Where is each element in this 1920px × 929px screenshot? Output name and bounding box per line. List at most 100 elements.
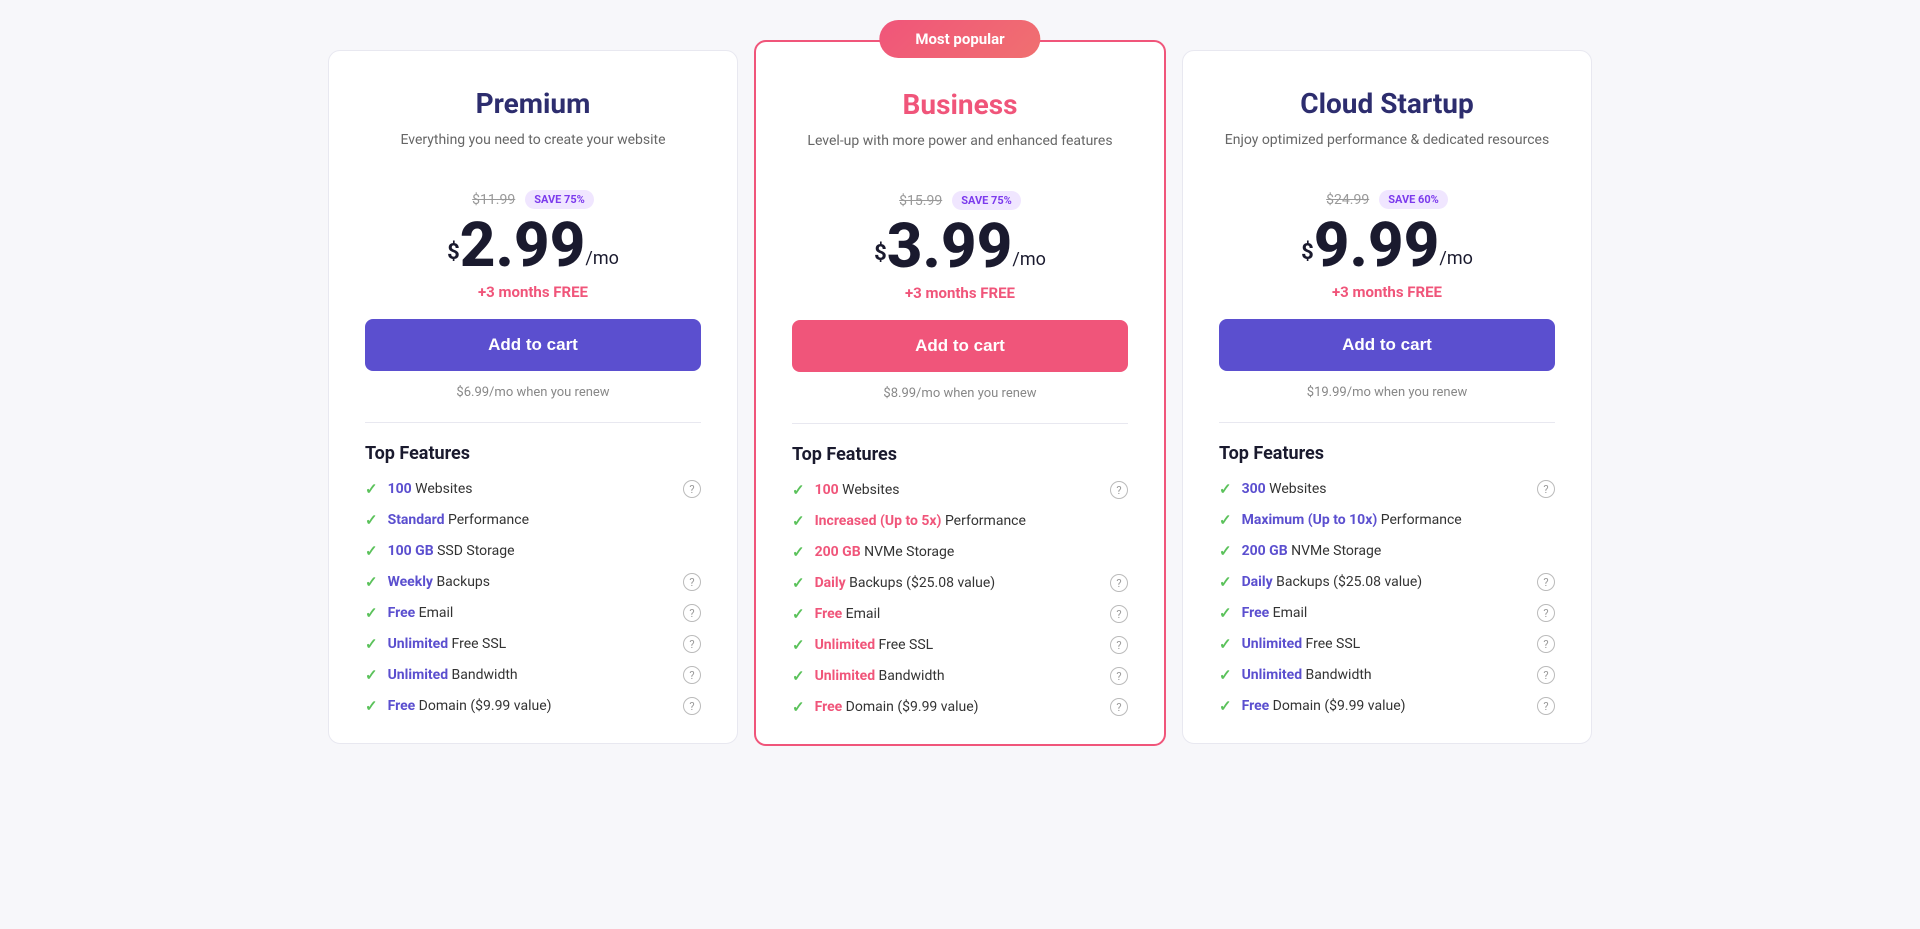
price-mo-premium: /mo (585, 248, 618, 269)
feature-list-business: ✓ 100 Websites ? ✓ Increased (Up to 5x) … (792, 481, 1128, 716)
add-to-cart-button-business[interactable]: Add to cart (792, 320, 1128, 372)
feature-text-premium-0: 100 Websites (388, 481, 473, 497)
plan-desc-cloud-startup: Enjoy optimized performance & dedicated … (1219, 130, 1555, 172)
free-months-cloud-startup: +3 months FREE (1219, 283, 1555, 301)
feature-bold-business-7: Free (815, 699, 843, 715)
info-icon-premium-7[interactable]: ? (683, 697, 701, 715)
feature-bold-cloud-startup-2: 200 GB (1242, 543, 1288, 559)
feature-item-premium-7: ✓ Free Domain ($9.99 value) ? (365, 697, 701, 715)
feature-bold-cloud-startup-4: Free (1242, 605, 1270, 621)
info-icon-business-3[interactable]: ? (1110, 574, 1128, 592)
top-features-title-premium: Top Features (365, 443, 701, 464)
feature-bold-business-1: Increased (Up to 5x) (815, 513, 942, 529)
check-icon-business-1: ✓ (792, 512, 805, 530)
info-icon-cloud-startup-4[interactable]: ? (1537, 604, 1555, 622)
check-icon-cloud-startup-4: ✓ (1219, 604, 1232, 622)
plan-card-business: Most popularBusinessLevel-up with more p… (754, 40, 1166, 746)
feature-left-cloud-startup-5: ✓ Unlimited Free SSL (1219, 635, 1360, 653)
feature-text-premium-7: Free Domain ($9.99 value) (388, 698, 552, 714)
check-icon-cloud-startup-2: ✓ (1219, 542, 1232, 560)
feature-text-premium-2: 100 GB SSD Storage (388, 543, 515, 559)
feature-text-business-4: Free Email (815, 606, 881, 622)
feature-item-business-7: ✓ Free Domain ($9.99 value) ? (792, 698, 1128, 716)
price-display-business: $ 3.99 /mo (792, 216, 1128, 278)
plan-desc-premium: Everything you need to create your websi… (365, 130, 701, 172)
price-mo-business: /mo (1012, 249, 1045, 270)
feature-item-premium-0: ✓ 100 Websites ? (365, 480, 701, 498)
info-icon-business-6[interactable]: ? (1110, 667, 1128, 685)
check-icon-premium-0: ✓ (365, 480, 378, 498)
info-icon-cloud-startup-0[interactable]: ? (1537, 480, 1555, 498)
info-icon-premium-0[interactable]: ? (683, 480, 701, 498)
feature-item-premium-4: ✓ Free Email ? (365, 604, 701, 622)
feature-item-premium-1: ✓ Standard Performance (365, 511, 701, 529)
feature-text-cloud-startup-2: 200 GB NVMe Storage (1242, 543, 1382, 559)
feature-item-business-1: ✓ Increased (Up to 5x) Performance (792, 512, 1128, 530)
feature-bold-premium-7: Free (388, 698, 416, 714)
feature-left-premium-7: ✓ Free Domain ($9.99 value) (365, 697, 552, 715)
feature-item-business-2: ✓ 200 GB NVMe Storage (792, 543, 1128, 561)
info-icon-premium-3[interactable]: ? (683, 573, 701, 591)
feature-left-cloud-startup-2: ✓ 200 GB NVMe Storage (1219, 542, 1381, 560)
feature-bold-business-0: 100 (815, 482, 839, 498)
feature-text-business-0: 100 Websites (815, 482, 900, 498)
check-icon-premium-5: ✓ (365, 635, 378, 653)
add-to-cart-button-cloud-startup[interactable]: Add to cart (1219, 319, 1555, 371)
pricing-wrapper: Premium Everything you need to create you… (320, 20, 1600, 746)
check-icon-cloud-startup-6: ✓ (1219, 666, 1232, 684)
info-icon-business-4[interactable]: ? (1110, 605, 1128, 623)
divider-premium (365, 422, 701, 423)
check-icon-business-0: ✓ (792, 481, 805, 499)
feature-item-premium-6: ✓ Unlimited Bandwidth ? (365, 666, 701, 684)
feature-left-premium-5: ✓ Unlimited Free SSL (365, 635, 506, 653)
feature-bold-cloud-startup-7: Free (1242, 698, 1270, 714)
price-amount-business: 3.99 (887, 216, 1013, 278)
info-icon-business-0[interactable]: ? (1110, 481, 1128, 499)
feature-text-cloud-startup-0: 300 Websites (1242, 481, 1327, 497)
check-icon-premium-7: ✓ (365, 697, 378, 715)
feature-bold-cloud-startup-3: Daily (1242, 574, 1273, 590)
info-icon-business-5[interactable]: ? (1110, 636, 1128, 654)
feature-left-cloud-startup-3: ✓ Daily Backups ($25.08 value) (1219, 573, 1422, 591)
add-to-cart-button-premium[interactable]: Add to cart (365, 319, 701, 371)
feature-text-business-5: Unlimited Free SSL (815, 637, 934, 653)
divider-cloud-startup (1219, 422, 1555, 423)
check-icon-business-7: ✓ (792, 698, 805, 716)
feature-bold-business-3: Daily (815, 575, 846, 591)
check-icon-cloud-startup-1: ✓ (1219, 511, 1232, 529)
info-icon-cloud-startup-7[interactable]: ? (1537, 697, 1555, 715)
info-icon-business-7[interactable]: ? (1110, 698, 1128, 716)
feature-bold-premium-1: Standard (388, 512, 445, 528)
feature-left-premium-3: ✓ Weekly Backups (365, 573, 490, 591)
price-dollar-premium: $ (447, 240, 460, 265)
plan-title-cloud-startup: Cloud Startup (1219, 87, 1555, 120)
info-icon-premium-5[interactable]: ? (683, 635, 701, 653)
feature-left-business-3: ✓ Daily Backups ($25.08 value) (792, 574, 995, 592)
feature-bold-premium-2: 100 GB (388, 543, 434, 559)
renew-text-business: $8.99/mo when you renew (792, 386, 1128, 401)
info-icon-premium-6[interactable]: ? (683, 666, 701, 684)
feature-text-cloud-startup-3: Daily Backups ($25.08 value) (1242, 574, 1423, 590)
check-icon-premium-1: ✓ (365, 511, 378, 529)
feature-text-premium-5: Unlimited Free SSL (388, 636, 507, 652)
price-dollar-business: $ (874, 241, 887, 266)
price-display-cloud-startup: $ 9.99 /mo (1219, 215, 1555, 277)
plan-title-premium: Premium (365, 87, 701, 120)
feature-bold-premium-0: 100 (388, 481, 412, 497)
info-icon-cloud-startup-5[interactable]: ? (1537, 635, 1555, 653)
feature-item-cloud-startup-7: ✓ Free Domain ($9.99 value) ? (1219, 697, 1555, 715)
feature-text-business-1: Increased (Up to 5x) Performance (815, 513, 1026, 529)
price-row-premium: $11.99 SAVE 75% (365, 190, 701, 209)
feature-left-cloud-startup-7: ✓ Free Domain ($9.99 value) (1219, 697, 1406, 715)
info-icon-premium-4[interactable]: ? (683, 604, 701, 622)
price-mo-cloud-startup: /mo (1439, 248, 1472, 269)
feature-text-business-7: Free Domain ($9.99 value) (815, 699, 979, 715)
info-icon-cloud-startup-3[interactable]: ? (1537, 573, 1555, 591)
info-icon-cloud-startup-6[interactable]: ? (1537, 666, 1555, 684)
check-icon-business-5: ✓ (792, 636, 805, 654)
plan-desc-business: Level-up with more power and enhanced fe… (792, 131, 1128, 173)
feature-text-premium-3: Weekly Backups (388, 574, 490, 590)
price-row-business: $15.99 SAVE 75% (792, 191, 1128, 210)
feature-item-cloud-startup-6: ✓ Unlimited Bandwidth ? (1219, 666, 1555, 684)
save-badge-premium: SAVE 75% (525, 190, 594, 209)
